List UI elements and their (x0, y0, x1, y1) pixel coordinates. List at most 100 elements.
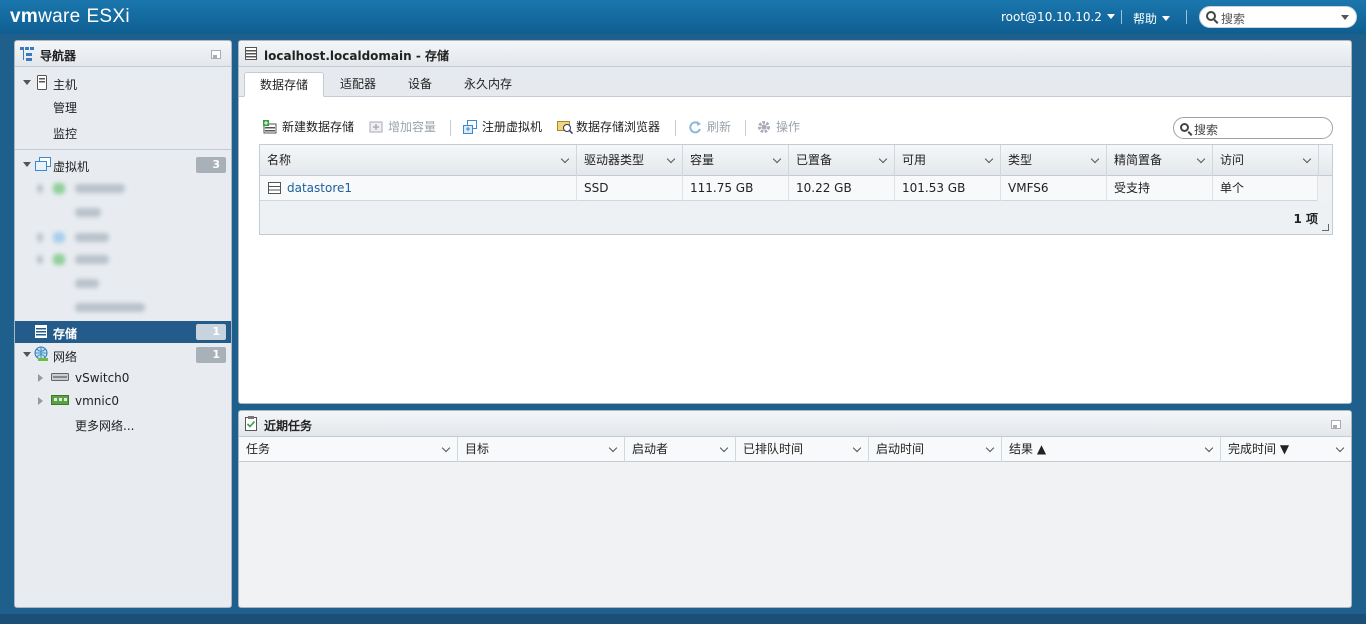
chevron-down-icon[interactable] (23, 80, 31, 85)
chevron-down-icon[interactable] (666, 154, 676, 164)
chevron-down-icon[interactable] (23, 352, 31, 357)
recent-tasks-panel: 近期任务 任务 目标 启动者 已排队时间 启动时间 结果 ▲ 完成时间 ▼ (238, 410, 1352, 608)
storage-count-badge: 1 (196, 324, 226, 340)
register-vm-button[interactable]: 注册虚拟机 (463, 117, 542, 137)
nav-item-virtual-machines[interactable]: 虚拟机 3 (15, 154, 231, 176)
divider (1121, 10, 1122, 24)
tasks-table-header: 任务 目标 启动者 已排队时间 启动时间 结果 ▲ 完成时间 ▼ (239, 437, 1351, 462)
blurred-vm-sub (75, 208, 101, 217)
divider (1186, 10, 1187, 24)
chevron-down-icon[interactable] (985, 443, 995, 453)
chevron-down-icon[interactable] (1335, 443, 1345, 453)
column-header-initiator[interactable]: 启动者 (625, 437, 736, 462)
refresh-icon (688, 120, 702, 134)
nic-icon (51, 395, 69, 405)
tasks-icon (245, 416, 257, 431)
chevron-down-icon[interactable] (1204, 443, 1214, 453)
datastore-name-cell[interactable]: datastore1 (260, 176, 577, 201)
new-datastore-button[interactable]: 新建数据存储 (263, 117, 354, 137)
column-header-drive-type[interactable]: 驱动器类型 (577, 145, 683, 176)
column-header-queued-time[interactable]: 已排队时间 (736, 437, 869, 462)
register-vm-icon (463, 120, 477, 134)
divider (450, 120, 451, 136)
minimize-icon[interactable] (1331, 420, 1341, 429)
actions-button[interactable]: 操作 (757, 117, 800, 137)
tab-persistent-memory[interactable]: 永久内存 (449, 72, 527, 97)
nav-item-host[interactable]: 主机 (15, 72, 231, 94)
nav-item-vmnic0[interactable]: vmnic0 (15, 390, 231, 412)
nav-item-vswitch0[interactable]: vSwitch0 (15, 367, 231, 389)
column-header-provisioned[interactable]: 已置备 (789, 145, 895, 176)
chevron-down-icon[interactable] (1341, 15, 1349, 20)
column-header-free[interactable]: 可用 (895, 145, 1001, 176)
blurred-vm-icon (53, 254, 65, 265)
chevron-down-icon[interactable] (441, 443, 451, 453)
page-title: localhost.localdomain - 存储 (264, 49, 450, 63)
chevron-down-icon[interactable] (560, 154, 570, 164)
datastore-browser-button[interactable]: 数据存储浏览器 (557, 117, 660, 137)
chevron-down-icon[interactable] (719, 443, 729, 453)
chevron-right-icon[interactable] (38, 397, 43, 405)
blurred-vm-icon (53, 232, 65, 243)
chevron-down-icon[interactable] (23, 162, 31, 167)
chevron-down-icon[interactable] (878, 154, 888, 164)
chevron-right-icon[interactable] (38, 374, 43, 382)
nav-item-more-networks[interactable]: 更多网络... (15, 413, 231, 435)
tab-devices[interactable]: 设备 (393, 72, 447, 97)
user-menu[interactable]: root@10.10.10.2 (1001, 10, 1115, 24)
table-header: 名称 驱动器类型 容量 已置备 可用 类型 精简置备 访问 (260, 145, 1332, 176)
chevron-down-icon[interactable] (1196, 154, 1206, 164)
minimize-icon[interactable] (211, 50, 221, 59)
column-header-type[interactable]: 类型 (1001, 145, 1107, 176)
chevron-down-icon[interactable] (1302, 154, 1312, 164)
column-header-access[interactable]: 访问 (1213, 145, 1319, 176)
navigator-title: 导航器 (40, 49, 77, 63)
chevron-down-icon (1106, 14, 1115, 19)
nav-item-monitor[interactable]: 监控 (15, 121, 231, 143)
navigator-icon (20, 47, 34, 61)
chevron-down-icon[interactable] (772, 154, 782, 164)
chevron-down-icon[interactable] (984, 154, 994, 164)
chevron-down-icon[interactable] (852, 443, 862, 453)
blurred-vm-icon (53, 183, 65, 194)
tab-datastores[interactable]: 数据存储 (244, 72, 325, 97)
divider (15, 149, 231, 150)
column-header-name[interactable]: 名称 (260, 145, 577, 176)
chevron-down-icon (1162, 16, 1171, 21)
nav-item-manage[interactable]: 管理 (15, 95, 231, 117)
blurred-vm-name (75, 255, 109, 264)
chevron-down-icon[interactable] (1090, 154, 1100, 164)
column-header-start-time[interactable]: 启动时间 (869, 437, 1002, 462)
column-header-capacity[interactable]: 容量 (683, 145, 789, 176)
help-menu[interactable]: 帮助 (1133, 10, 1171, 27)
nav-item-networking[interactable]: 网络 1 (15, 344, 231, 366)
navigator-panel: 导航器 主机 管理 监控 虚拟机 3 存储 1 网络 1 vSwitch0 vm… (14, 40, 232, 608)
storage-icon (35, 325, 47, 338)
add-datastore-icon (263, 120, 277, 134)
blurred-vm-name (75, 184, 125, 193)
blurred-vm-sub (75, 303, 145, 312)
blurred-expander (37, 255, 43, 264)
table-cell: 101.53 GB (895, 176, 1001, 201)
column-header-task[interactable]: 任务 (239, 437, 458, 462)
navigator-header: 导航器 (15, 41, 231, 67)
column-header-result[interactable]: 结果 ▲ (1002, 437, 1221, 462)
table-row[interactable]: datastore1 SSD 111.75 GB 10.22 GB 101.53… (260, 176, 1318, 201)
global-search-input[interactable]: 搜索 (1199, 6, 1357, 28)
tab-adapters[interactable]: 适配器 (325, 72, 391, 97)
host-icon (37, 75, 47, 90)
resize-grip-icon[interactable] (1322, 224, 1329, 231)
divider (675, 120, 676, 136)
nav-item-storage[interactable]: 存储 1 (15, 321, 231, 343)
refresh-button[interactable]: 刷新 (688, 117, 731, 137)
search-icon (1180, 123, 1189, 132)
gear-icon (757, 120, 771, 134)
blurred-expander (37, 184, 43, 193)
column-header-target[interactable]: 目标 (458, 437, 625, 462)
chevron-down-icon[interactable] (608, 443, 618, 453)
datastore-search-input[interactable]: 搜索 (1173, 117, 1333, 139)
column-header-completion-time[interactable]: 完成时间 ▼ (1221, 437, 1351, 462)
table-cell: 受支持 (1107, 176, 1213, 201)
column-header-thin-provisioning[interactable]: 精简置备 (1107, 145, 1213, 176)
increase-capacity-button[interactable]: 增加容量 (369, 117, 436, 137)
